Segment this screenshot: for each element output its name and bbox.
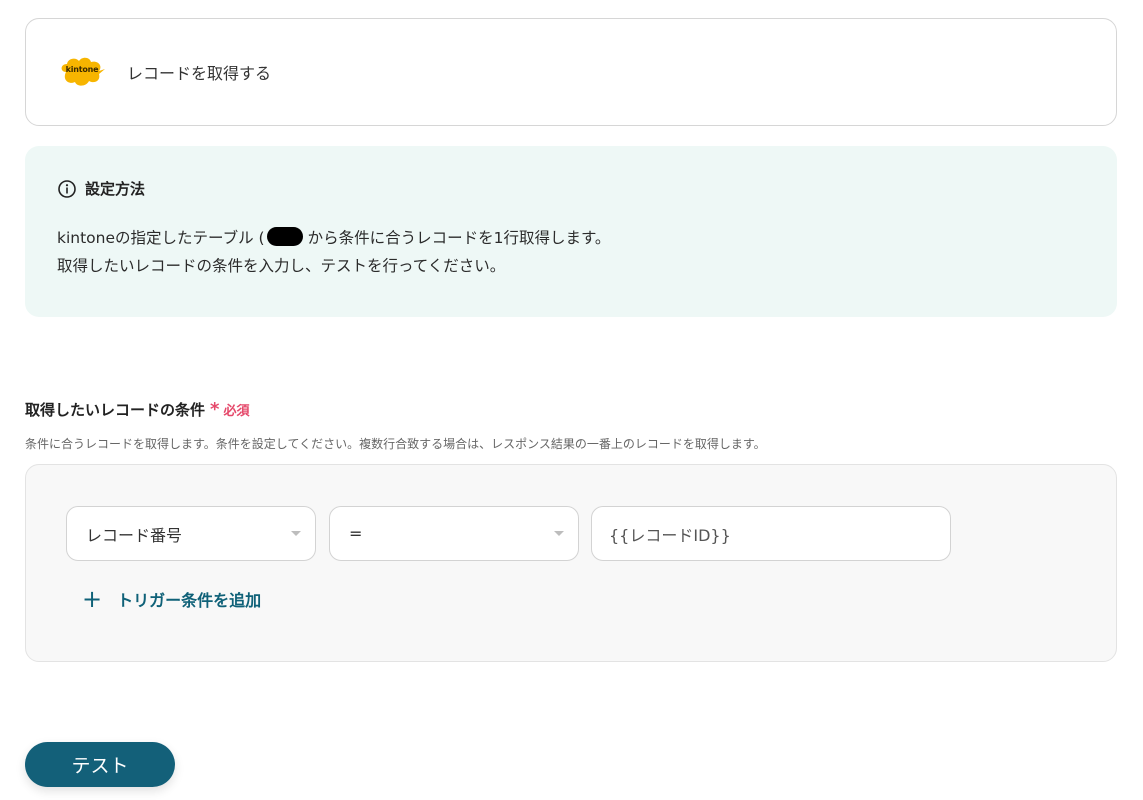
redacted-paren: ( [258,229,265,247]
add-condition-button[interactable]: + トリガー条件を追加 [82,587,261,611]
condition-help-text: 条件に合うレコードを取得します。条件を設定してください。複数行合致する場合は、レ… [25,437,766,451]
info-heading-text: 設定方法 [85,180,146,198]
kintone-logo: kintone [58,54,106,90]
operator-select[interactable]: = [329,506,579,561]
operator-select-value: = [349,524,363,543]
condition-field-label: 取得したいレコードの条件 * 必須 [25,399,249,420]
plus-icon: + [82,585,103,613]
field-select[interactable]: レコード番号 [66,506,316,561]
condition-label-text: 取得したいレコードの条件 [25,401,206,419]
logo-text: kintone [65,65,99,74]
value-input[interactable] [591,506,951,561]
condition-panel: レコード番号 = + トリガー条件を追加 [25,464,1117,662]
app-action-card: kintone レコードを取得する [25,18,1117,126]
test-button[interactable]: テスト [25,742,175,787]
info-heading: 設定方法 [57,178,1085,199]
caret-down-icon [291,531,301,536]
field-select-value: レコード番号 [86,525,183,545]
info-body: kintoneの指定したテーブル ( から条件に合うレコードを1行取得します。 取… [57,224,1085,280]
info-line-1-end: から条件に合うレコードを1行取得します。 [307,229,611,247]
info-line-2: 取得したいレコードの条件を入力し、テストを行ってください。 [57,257,506,275]
info-line-1-start: kintoneの指定したテーブル [57,229,254,247]
redacted-block [266,227,303,246]
action-title: レコードを取得する [127,64,272,83]
info-line-1: kintoneの指定したテーブル ( から条件に合うレコードを1行取得します。 [57,224,1085,252]
add-condition-label: トリガー条件を追加 [117,591,262,610]
caret-down-icon [554,531,564,536]
setup-info-box: 設定方法 kintoneの指定したテーブル ( から条件に合うレコードを1行取得し… [25,146,1117,317]
required-star: * [210,398,220,420]
info-circle-icon [58,179,76,198]
required-text: 必須 [223,404,250,419]
